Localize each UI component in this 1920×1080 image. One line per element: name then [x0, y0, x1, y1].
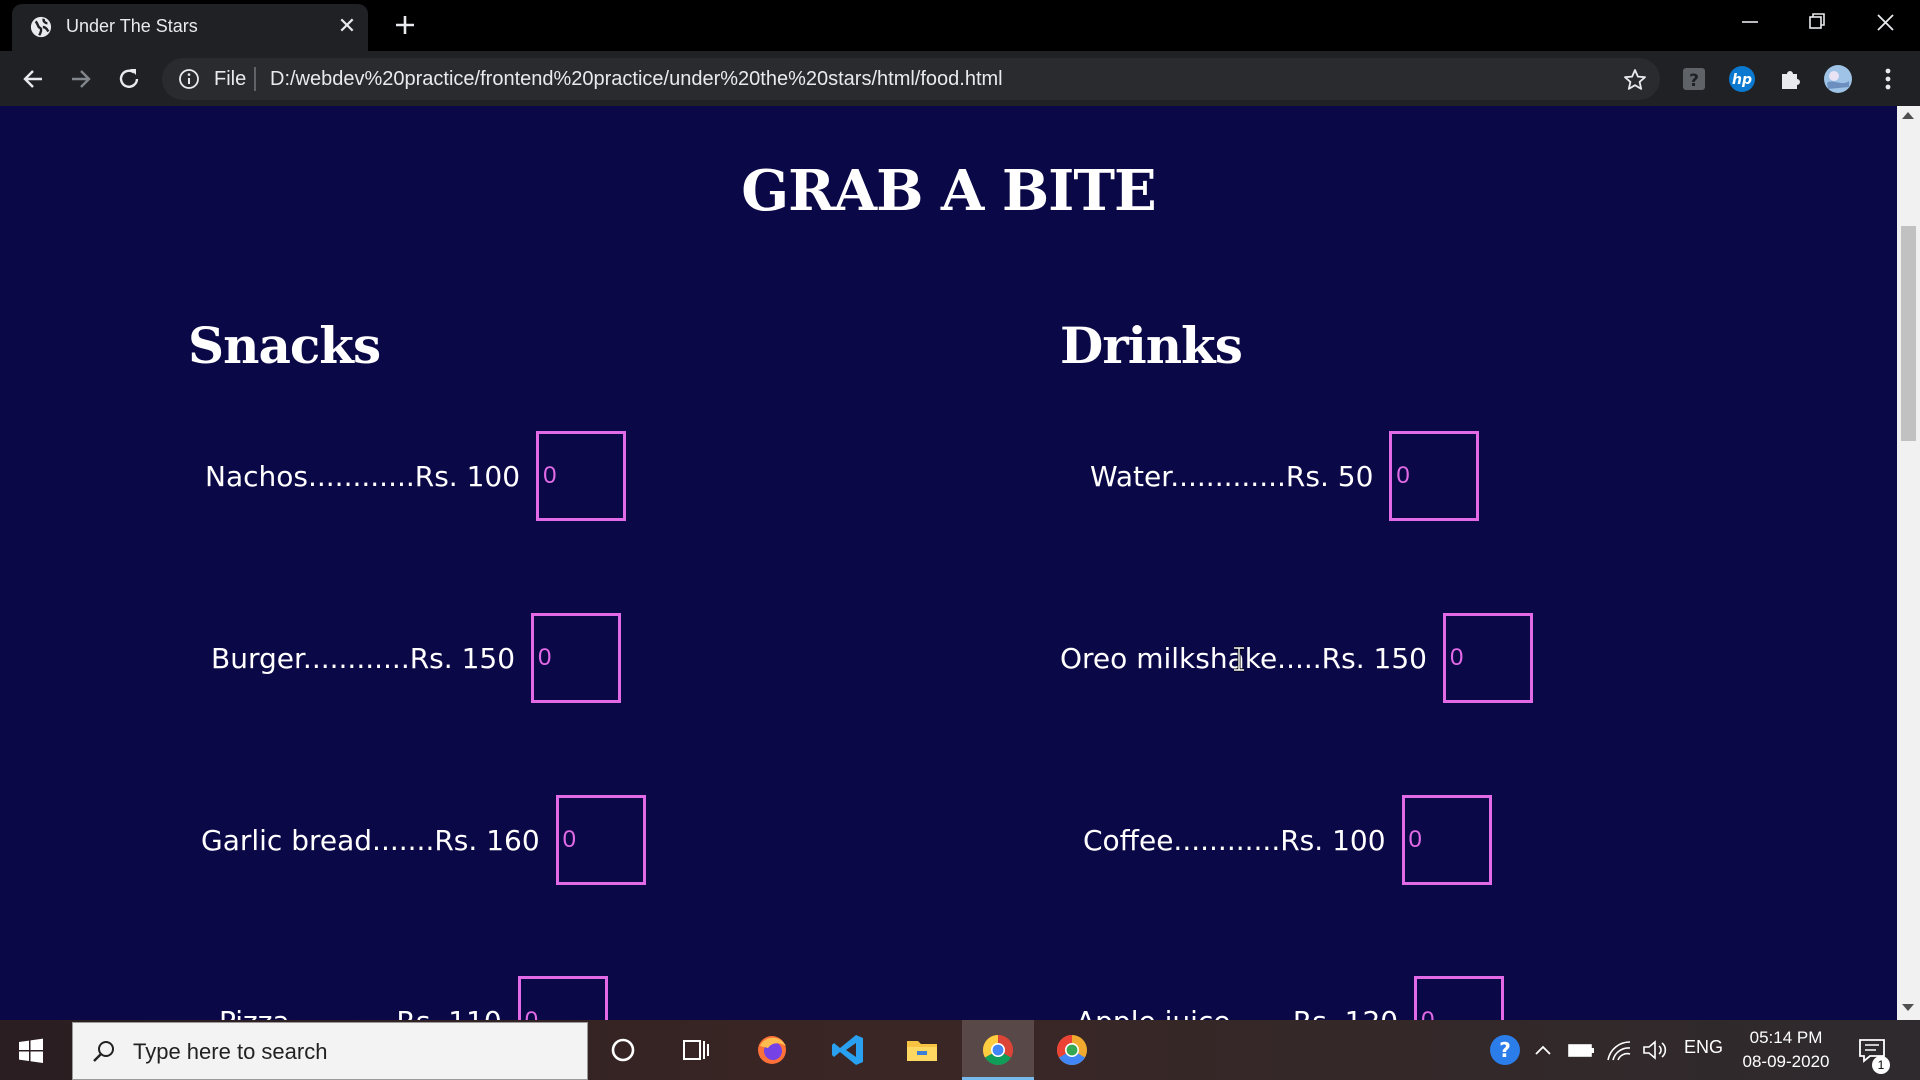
- wifi-icon[interactable]: [1604, 1032, 1634, 1068]
- quantity-input[interactable]: [517, 976, 608, 1020]
- profile-avatar-icon[interactable]: [1822, 63, 1854, 95]
- item-label: Nachos............Rs. 100: [205, 459, 521, 493]
- firefox-icon[interactable]: [754, 1032, 790, 1068]
- page-title: GRAB A BITE: [741, 158, 1156, 224]
- menu-item-burger: Burger............Rs. 150: [211, 613, 622, 703]
- battery-icon[interactable]: [1566, 1032, 1596, 1068]
- quantity-input[interactable]: [1442, 613, 1533, 703]
- url-scheme: File: [214, 68, 247, 90]
- help-extension-icon[interactable]: ?: [1678, 63, 1710, 95]
- windows-start-icon[interactable]: [18, 1038, 44, 1064]
- scroll-down-icon[interactable]: [1902, 1004, 1914, 1011]
- menu-dots-icon[interactable]: [1872, 63, 1904, 95]
- item-label: Coffee............Rs. 100: [1083, 823, 1386, 857]
- url-text[interactable]: D:/webdev%20practice/frontend%20practice…: [270, 68, 1003, 91]
- quantity-input[interactable]: [536, 431, 627, 521]
- quantity-input[interactable]: [555, 795, 646, 885]
- chevron-up-icon[interactable]: [1528, 1032, 1558, 1068]
- menu-item-apple-juice: Apple juice.......Rs. 120: [1076, 976, 1505, 1021]
- vscode-icon[interactable]: [830, 1032, 866, 1068]
- forward-icon[interactable]: [66, 64, 96, 94]
- menu-item-pizza: Pizza............Rs. 110: [219, 976, 608, 1020]
- close-tab-icon[interactable]: ✕: [334, 14, 360, 40]
- item-label: Pizza............Rs. 110: [219, 1005, 502, 1021]
- item-label: Garlic bread.......Rs. 160: [201, 823, 540, 857]
- file-explorer-icon[interactable]: [904, 1032, 940, 1068]
- menu-item-coffee: Coffee............Rs. 100: [1083, 795, 1492, 885]
- svg-text:?: ?: [1499, 1038, 1511, 1062]
- item-label: Water.............Rs. 50: [1090, 459, 1374, 493]
- info-icon[interactable]: [178, 68, 200, 90]
- bookmark-star-icon[interactable]: [1622, 67, 1648, 93]
- reload-icon[interactable]: [114, 64, 144, 94]
- address-bar[interactable]: File D:/webdev%20practice/frontend%20pra…: [162, 58, 1660, 100]
- clock-time: 05:14 PM: [1749, 1028, 1823, 1047]
- taskbar-search-box[interactable]: Type here to search: [72, 1022, 588, 1080]
- menu-item-oreo-milkshake: Oreo milkshake.....Rs. 150: [1060, 613, 1533, 703]
- help-icon[interactable]: ?: [1487, 1032, 1523, 1068]
- tab-title: Under The Stars: [66, 16, 198, 36]
- chrome-canary-icon[interactable]: [1054, 1032, 1090, 1068]
- menu-item-nachos: Nachos............Rs. 100: [205, 431, 627, 521]
- extensions-puzzle-icon[interactable]: [1774, 63, 1806, 95]
- browser-tab[interactable]: Under The Stars ✕: [12, 4, 368, 51]
- scrollbar-thumb[interactable]: [1901, 226, 1916, 441]
- page-viewport: GRAB A BITE Snacks Drinks Nachos........…: [0, 106, 1897, 1020]
- windows-taskbar: Type here to search ? ENG 05:14 PM 08-09…: [0, 1020, 1920, 1080]
- tab-strip: Under The Stars ✕: [0, 0, 1920, 51]
- new-tab-icon[interactable]: [390, 10, 420, 40]
- browser-toolbar: File D:/webdev%20practice/frontend%20pra…: [0, 51, 1920, 106]
- quantity-input[interactable]: [1414, 976, 1505, 1020]
- hp-extension-icon[interactable]: hp: [1726, 63, 1758, 95]
- item-label: Burger............Rs. 150: [211, 641, 516, 675]
- scroll-up-icon[interactable]: [1902, 112, 1914, 119]
- volume-icon[interactable]: [1640, 1032, 1670, 1068]
- quantity-input[interactable]: [1389, 431, 1480, 521]
- close-window-icon[interactable]: [1856, 6, 1916, 38]
- quantity-input[interactable]: [1401, 795, 1492, 885]
- menu-item-water: Water.............Rs. 50: [1090, 431, 1480, 521]
- menu-item-garlic-bread: Garlic bread.......Rs. 160: [201, 795, 646, 885]
- clock-date: 08-09-2020: [1742, 1052, 1830, 1071]
- cortana-icon[interactable]: [605, 1032, 641, 1068]
- restore-icon[interactable]: [1786, 6, 1846, 38]
- language-indicator[interactable]: ENG: [1684, 1037, 1723, 1058]
- snacks-section-title: Snacks: [188, 316, 381, 375]
- vertical-scrollbar[interactable]: [1897, 106, 1920, 1020]
- svg-text:hp: hp: [1732, 72, 1752, 88]
- item-label: Apple juice.......Rs. 120: [1076, 1005, 1398, 1021]
- search-placeholder: Type here to search: [133, 1039, 328, 1064]
- quantity-input[interactable]: [531, 613, 622, 703]
- system-clock[interactable]: 05:14 PM 08-09-2020: [1726, 1026, 1846, 1074]
- back-icon[interactable]: [18, 64, 48, 94]
- minimize-icon[interactable]: [1720, 6, 1780, 38]
- task-view-icon[interactable]: [678, 1032, 714, 1068]
- chrome-icon[interactable]: [980, 1032, 1016, 1068]
- url-separator: [254, 67, 256, 91]
- notification-count-badge: 1: [1872, 1056, 1890, 1074]
- text-cursor-icon: [1234, 646, 1244, 672]
- drinks-section-title: Drinks: [1060, 316, 1243, 375]
- search-icon: [93, 1041, 114, 1062]
- svg-text:?: ?: [1689, 71, 1699, 91]
- globe-icon: [30, 16, 52, 38]
